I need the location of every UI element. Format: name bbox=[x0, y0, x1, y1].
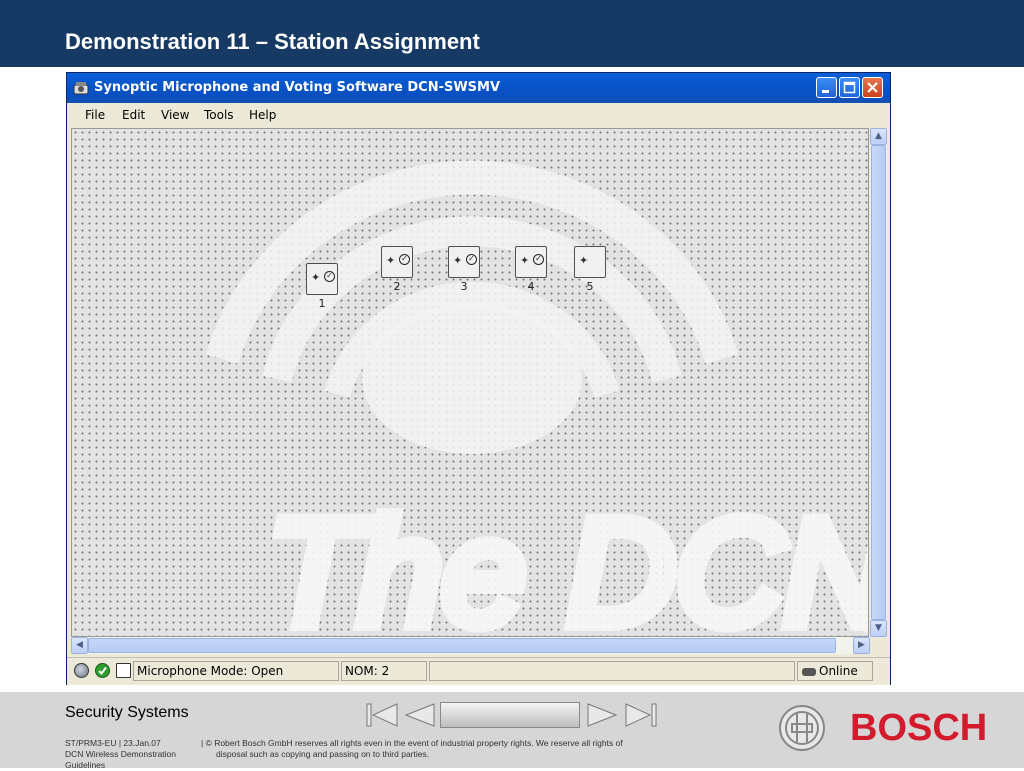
slide-footer: Security Systems ST/PRM3-EU | 23.Jan.07 … bbox=[0, 692, 1024, 770]
network-icon bbox=[802, 667, 816, 676]
slide-header: Demonstration 11 – Station Assignment bbox=[0, 0, 1024, 67]
horizontal-scrollbar[interactable]: ◀ ▶ bbox=[71, 637, 870, 654]
globe-icon[interactable] bbox=[74, 663, 89, 678]
station-number: 3 bbox=[460, 280, 468, 293]
scroll-left-button[interactable]: ◀ bbox=[71, 637, 88, 654]
dcn-watermark-logo: The DCN bbox=[205, 160, 869, 637]
vertical-scroll-thumb[interactable] bbox=[871, 145, 886, 620]
check-icon: ✓ bbox=[399, 254, 410, 265]
last-slide-icon[interactable] bbox=[624, 702, 660, 728]
slide-title: Demonstration 11 – Station Assignment bbox=[65, 29, 480, 54]
nom-status: NOM: 2 bbox=[341, 661, 427, 681]
slide-progress-bar[interactable] bbox=[440, 702, 580, 728]
check-icon: ✓ bbox=[533, 254, 544, 265]
next-slide-icon[interactable] bbox=[586, 702, 620, 728]
station-5[interactable]: ✦ bbox=[574, 246, 606, 278]
microphone-mode-status: Microphone Mode: Open bbox=[133, 661, 339, 681]
footer-doc-info: ST/PRM3-EU | 23.Jan.07 bbox=[65, 738, 161, 748]
minimize-button[interactable] bbox=[816, 77, 837, 98]
microphone-icon: ✦ bbox=[386, 254, 396, 267]
check-icon: ✓ bbox=[324, 271, 335, 282]
copyright-line1: | © Robert Bosch GmbH reserves all right… bbox=[201, 738, 623, 748]
station-1[interactable]: ✦ ✓ bbox=[306, 263, 338, 295]
horizontal-scroll-thumb[interactable] bbox=[88, 638, 836, 653]
menu-help[interactable]: Help bbox=[249, 108, 276, 122]
window-titlebar[interactable]: Synoptic Microphone and Voting Software … bbox=[67, 73, 890, 103]
vertical-scrollbar[interactable]: ▲ ▼ bbox=[870, 128, 887, 637]
check-icon[interactable] bbox=[95, 663, 110, 678]
menu-edit[interactable]: Edit bbox=[122, 108, 145, 122]
connection-status: Online bbox=[797, 661, 873, 681]
station-3[interactable]: ✦ ✓ bbox=[448, 246, 480, 278]
menu-tools[interactable]: Tools bbox=[204, 108, 234, 122]
doc-id: ST/PRM3-EU bbox=[65, 738, 117, 748]
scroll-down-button[interactable]: ▼ bbox=[870, 620, 887, 637]
status-bar: Microphone Mode: Open NOM: 2 Online bbox=[67, 657, 890, 685]
doc-date: 23.Jan.07 bbox=[123, 738, 161, 748]
station-number: 5 bbox=[586, 280, 594, 293]
bosch-logo: BOSCH bbox=[850, 707, 988, 749]
microphone-app-icon bbox=[73, 80, 89, 96]
scroll-right-button[interactable]: ▶ bbox=[853, 637, 870, 654]
app-window: Synoptic Microphone and Voting Software … bbox=[66, 72, 891, 685]
station-number: 2 bbox=[393, 280, 401, 293]
connection-label: Online bbox=[819, 664, 858, 678]
microphone-icon: ✦ bbox=[453, 254, 463, 267]
window-title: Synoptic Microphone and Voting Software … bbox=[94, 80, 501, 95]
check-icon: ✓ bbox=[466, 254, 477, 265]
doc-title-line1: DCN Wireless Demonstration bbox=[65, 749, 176, 759]
station-2[interactable]: ✦ ✓ bbox=[381, 246, 413, 278]
station-number: 4 bbox=[527, 280, 535, 293]
microphone-icon: ✦ bbox=[311, 271, 321, 284]
menu-view[interactable]: View bbox=[161, 108, 189, 122]
scroll-up-button[interactable]: ▲ bbox=[870, 128, 887, 145]
watermark-text: The DCN bbox=[267, 488, 869, 637]
document-icon[interactable] bbox=[116, 663, 131, 678]
footer-brand: Security Systems bbox=[65, 704, 189, 721]
first-slide-icon[interactable] bbox=[365, 702, 399, 728]
bosch-emblem-icon bbox=[779, 705, 825, 751]
previous-slide-icon[interactable] bbox=[402, 702, 436, 728]
synoptic-canvas[interactable]: The DCN ✦ ✓ 1 ✦ ✓ 2 ✦ ✓ 3 ✦ ✓ 4 ✦ 5 bbox=[71, 128, 869, 637]
maximize-button[interactable] bbox=[839, 77, 860, 98]
station-4[interactable]: ✦ ✓ bbox=[515, 246, 547, 278]
doc-title-line2: Guidelines bbox=[65, 760, 106, 770]
close-button[interactable] bbox=[862, 77, 883, 98]
microphone-icon: ✦ bbox=[579, 254, 589, 267]
menu-file[interactable]: File bbox=[85, 108, 105, 122]
station-number: 1 bbox=[318, 297, 326, 310]
empty-status-panel bbox=[429, 661, 795, 681]
microphone-icon: ✦ bbox=[520, 254, 530, 267]
copyright-line2: disposal such as copying and passing on … bbox=[216, 749, 430, 759]
